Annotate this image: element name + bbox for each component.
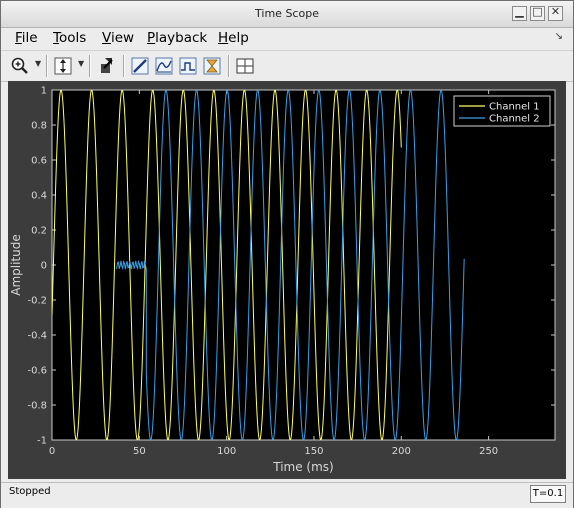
data-cursors-icon <box>179 57 197 75</box>
minimize-icon: ▁ <box>515 5 524 18</box>
legend-label-2: Channel 2 <box>489 114 540 125</box>
x-axis-label: Time (ms) <box>272 460 334 474</box>
y-tick-label: -0.6 <box>27 366 47 377</box>
zoom-in-icon <box>11 57 28 74</box>
scale-axes-button[interactable] <box>52 55 74 77</box>
layout-grid-icon <box>236 58 254 74</box>
y-tick-label: -0.8 <box>27 401 47 412</box>
simulink-highlight-button[interactable] <box>96 55 118 77</box>
y-tick-label: 0.8 <box>31 121 47 132</box>
toolbar: ▼ ▼ <box>1 50 573 82</box>
scope-display: 1 0.8 0.6 0.4 0.2 0 -0.2 -0.4 -0.6 -0.8 -1 0 50 100 15… <box>8 81 566 479</box>
time-plot[interactable]: 10.80.60.40.20-0.2-0.4-0.6-0.8-10 50 100 15… <box>8 81 566 479</box>
x-tick-label: 0 <box>49 446 55 457</box>
menu-file[interactable]: File <box>15 30 38 46</box>
y-tick-label: 0.2 <box>31 226 47 237</box>
cursor-measurements-button[interactable] <box>201 55 223 77</box>
layout-button[interactable] <box>234 55 256 77</box>
toolbar-separator <box>228 55 230 77</box>
menu-bar: File Tools View Playback Help ↘ <box>1 28 573 49</box>
cursor-measurements-icon <box>203 57 221 75</box>
simulation-time-label: T=0.1 <box>530 485 566 503</box>
scale-axes-dropdown-icon[interactable]: ▼ <box>78 59 84 68</box>
title-bar[interactable]: Time Scope ▁ □ ✕ <box>1 1 573 28</box>
y-tick-label: -0.2 <box>27 296 47 307</box>
y-tick-label: -1 <box>37 436 47 447</box>
y-tick-label: 0.4 <box>31 191 47 202</box>
y-tick-label: 0 <box>41 261 47 272</box>
peak-finder-icon <box>155 57 173 75</box>
y-tick-label: 1 <box>41 86 47 97</box>
highlight-icon <box>101 58 113 73</box>
x-tick-label: 50 <box>133 446 146 457</box>
peak-finder-button[interactable] <box>153 55 175 77</box>
y-axis-label: Amplitude <box>9 234 23 296</box>
x-tick-label: 150 <box>304 446 323 457</box>
menu-view[interactable]: View <box>102 30 134 46</box>
y-tick-label: -0.4 <box>27 331 47 342</box>
triggers-button[interactable] <box>129 55 151 77</box>
data-cursors-button[interactable] <box>177 55 199 77</box>
menu-tools[interactable]: Tools <box>53 30 86 46</box>
toolbar-separator <box>89 55 91 77</box>
x-tick-label: 200 <box>392 446 411 457</box>
maximize-icon: □ <box>532 5 543 18</box>
y-tick-label: 0.6 <box>31 156 47 167</box>
maximize-button[interactable]: □ <box>530 5 545 21</box>
scale-axes-icon <box>54 57 72 75</box>
minimize-button[interactable]: ▁ <box>512 5 527 21</box>
menu-help[interactable]: Help <box>218 30 249 46</box>
zoom-dropdown-icon[interactable]: ▼ <box>35 59 41 68</box>
menu-playback[interactable]: Playback <box>147 30 207 46</box>
toolbar-separator <box>46 55 48 77</box>
triggers-icon <box>131 57 149 75</box>
zoom-in-button[interactable] <box>9 55 31 77</box>
dock-arrow-icon[interactable]: ↘ <box>555 31 563 42</box>
close-icon: ✕ <box>550 5 561 18</box>
time-scope-window: Time Scope ▁ □ ✕ File Tools View Playbac… <box>0 0 574 508</box>
toolbar-separator <box>123 55 125 77</box>
status-text: Stopped <box>9 486 51 497</box>
close-button[interactable]: ✕ <box>548 5 563 21</box>
x-tick-label: 100 <box>217 446 236 457</box>
status-bar: Stopped T=0.1 <box>1 482 573 508</box>
window-title: Time Scope <box>255 7 319 20</box>
x-tick-label: 250 <box>479 446 498 457</box>
menu-file-rest: ile <box>21 30 38 46</box>
legend-label-1: Channel 1 <box>489 102 540 113</box>
